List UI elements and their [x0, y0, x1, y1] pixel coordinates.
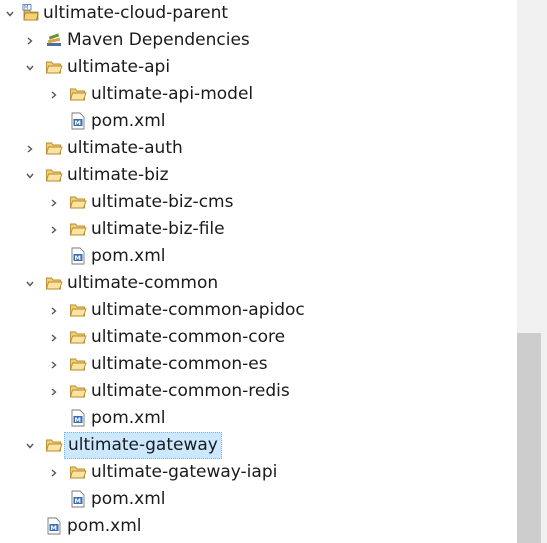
folder-open-icon: [45, 166, 63, 184]
tree-item-label: ultimate-biz: [67, 165, 169, 185]
chevron-right-icon[interactable]: [46, 459, 62, 486]
tree-item-maven-dependencies[interactable]: Maven Dependencies: [0, 27, 517, 54]
tree-item-ultimate-biz[interactable]: ultimate-biz: [0, 162, 517, 189]
chevron-down-icon[interactable]: [22, 270, 38, 297]
svg-text:M: M: [75, 119, 81, 127]
pom-file-icon: M: [45, 517, 63, 535]
tree-item-ultimate-common-apidoc[interactable]: ultimate-common-apidoc: [0, 297, 517, 324]
tree-item-ultimate-api[interactable]: ultimate-api: [0, 54, 517, 81]
tree-item-ultimate-gateway[interactable]: ultimate-gateway: [0, 432, 517, 459]
chevron-right-icon[interactable]: [46, 189, 62, 216]
tree-item-label: ultimate-common: [67, 273, 219, 293]
tree-item-ultimate-auth[interactable]: ultimate-auth: [0, 135, 517, 162]
tree-item-label: pom.xml: [67, 516, 142, 536]
svg-text:M: M: [75, 254, 81, 262]
chevron-right-icon[interactable]: [46, 297, 62, 324]
library-icon: [45, 31, 63, 49]
pom-file-icon: M: [69, 490, 87, 508]
tree-item-label: pom.xml: [91, 489, 166, 509]
tree-item-label: pom.xml: [91, 246, 166, 266]
vertical-scrollbar-thumb[interactable]: [517, 333, 541, 543]
folder-open-icon: [45, 58, 63, 76]
tree-item-label: ultimate-gateway-iapi: [91, 462, 278, 482]
tree-item-label: ultimate-common-core: [91, 327, 286, 347]
tree-item-ultimate-common-core[interactable]: ultimate-common-core: [0, 324, 517, 351]
tree-item-ultimate-common-redis[interactable]: ultimate-common-redis: [0, 378, 517, 405]
maven-project-icon: M: [22, 4, 40, 22]
tree-item-label: pom.xml: [91, 408, 166, 428]
tree-item-label: ultimate-common-es: [91, 354, 268, 374]
chevron-right-icon[interactable]: [46, 351, 62, 378]
chevron-right-icon[interactable]: [46, 216, 62, 243]
chevron-down-icon[interactable]: [2, 0, 18, 27]
tree-item-ultimate-api-model[interactable]: ultimate-api-model: [0, 81, 517, 108]
folder-open-icon: [45, 274, 63, 292]
folder-open-icon: [69, 301, 87, 319]
tree-item-label: ultimate-biz-cms: [91, 192, 234, 212]
tree-item-root[interactable]: M ultimate-cloud-parent: [0, 0, 517, 27]
tree-item-label: ultimate-common-apidoc: [91, 300, 305, 320]
chevron-down-icon[interactable]: [22, 432, 38, 459]
tree-item-label: ultimate-gateway: [64, 432, 222, 459]
folder-open-icon: [45, 139, 63, 157]
tree-item-pom-file[interactable]: M pom.xml: [0, 486, 517, 513]
folder-open-icon: [69, 328, 87, 346]
tree-item-ultimate-biz-cms[interactable]: ultimate-biz-cms: [0, 189, 517, 216]
tree-item-label: Maven Dependencies: [67, 30, 250, 50]
tree-item-label: ultimate-api-model: [91, 84, 254, 104]
chevron-down-icon[interactable]: [22, 162, 38, 189]
tree-item-pom-file[interactable]: M pom.xml: [0, 108, 517, 135]
svg-text:M: M: [75, 416, 81, 424]
chevron-right-icon[interactable]: [22, 135, 38, 162]
tree-item-label: ultimate-auth: [67, 138, 183, 158]
pom-file-icon: M: [69, 409, 87, 427]
folder-open-icon: [69, 355, 87, 373]
folder-open-icon: [69, 220, 87, 238]
tree-item-label: ultimate-cloud-parent: [43, 3, 229, 23]
folder-open-icon: [69, 463, 87, 481]
folder-open-icon: [69, 193, 87, 211]
chevron-right-icon[interactable]: [46, 378, 62, 405]
tree-item-pom-file[interactable]: M pom.xml: [0, 405, 517, 432]
tree-item-ultimate-common-es[interactable]: ultimate-common-es: [0, 351, 517, 378]
pom-file-icon: M: [69, 112, 87, 130]
tree-item-ultimate-biz-file[interactable]: ultimate-biz-file: [0, 216, 517, 243]
tree-item-pom-file[interactable]: M pom.xml: [0, 243, 517, 270]
tree-item-label: pom.xml: [91, 111, 166, 131]
chevron-right-icon[interactable]: [46, 81, 62, 108]
chevron-down-icon[interactable]: [22, 54, 38, 81]
tree-item-label: ultimate-biz-file: [91, 219, 225, 239]
chevron-right-icon[interactable]: [46, 324, 62, 351]
svg-text:M: M: [51, 524, 57, 532]
svg-text:M: M: [24, 5, 28, 11]
folder-open-icon: [69, 382, 87, 400]
pom-file-icon: M: [69, 247, 87, 265]
folder-open-icon: [69, 85, 87, 103]
chevron-right-icon[interactable]: [22, 27, 38, 54]
tree-item-label: ultimate-api: [67, 57, 171, 77]
svg-text:M: M: [75, 497, 81, 505]
tree-item-ultimate-gateway-iapi[interactable]: ultimate-gateway-iapi: [0, 459, 517, 486]
tree-item-ultimate-common[interactable]: ultimate-common: [0, 270, 517, 297]
tree-item-label: ultimate-common-redis: [91, 381, 290, 401]
tree-item-pom-file[interactable]: M pom.xml: [0, 513, 517, 540]
project-explorer-tree: M ultimate-cloud-parent Maven Dependenci…: [0, 0, 547, 543]
folder-open-icon: [45, 436, 63, 454]
